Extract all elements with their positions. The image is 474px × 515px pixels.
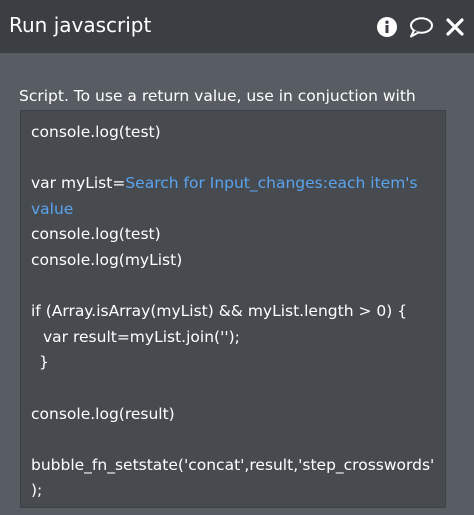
code-line: console.log(myList)	[31, 250, 183, 269]
code-line: if (Array.isArray(myList) && myList.leng…	[31, 302, 408, 321]
code-line: var myList=Search for Input_changes:each…	[31, 171, 445, 197]
code-line: value	[31, 197, 445, 223]
code-line: var result=myList.join('');	[43, 327, 240, 346]
script-field-label: Script. To use a return value, use in co…	[19, 87, 416, 105]
dynamic-expression[interactable]: Search for Input_changes:each item's	[125, 174, 417, 192]
close-icon[interactable]	[442, 13, 468, 41]
code-line: bubble_fn_setstate('concat',result,'step…	[31, 455, 435, 474]
header-icons	[374, 12, 468, 42]
script-editor[interactable]: console.log(test) var myList=Search for …	[20, 110, 446, 508]
dynamic-expression-continued[interactable]: value	[31, 200, 73, 218]
script-code[interactable]: console.log(test) var myList=Search for …	[31, 120, 445, 504]
code-line: console.log(test)	[31, 225, 161, 244]
code-line: console.log(test)	[31, 123, 161, 141]
code-text: var myList=	[31, 174, 126, 193]
window-title: Run javascript	[9, 13, 152, 37]
comment-icon[interactable]	[408, 13, 434, 41]
window-header: Run javascript	[0, 0, 474, 53]
info-icon[interactable]	[374, 13, 400, 41]
code-line: }	[39, 353, 49, 372]
code-line: );	[31, 481, 43, 500]
code-line: console.log(result)	[31, 404, 175, 423]
